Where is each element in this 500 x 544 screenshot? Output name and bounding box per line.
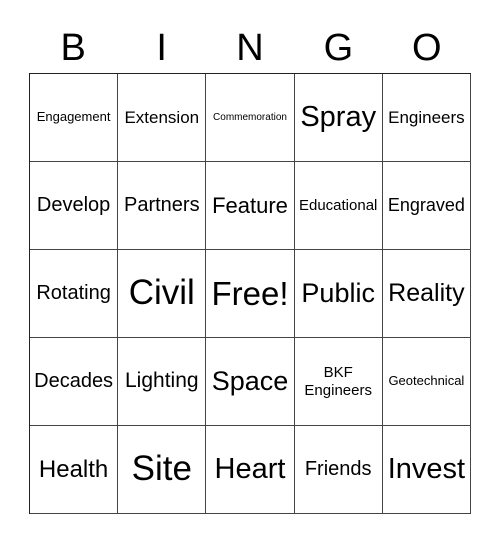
bingo-cell[interactable]: Engraved [382,162,471,250]
bingo-cell[interactable]: Geotechnical [382,338,471,426]
bingo-cell[interactable]: Lighting [118,338,207,426]
bingo-cell[interactable]: Engineers [382,74,471,162]
bingo-cell[interactable]: Heart [206,426,295,514]
bingo-cell[interactable]: BKF Engineers [294,338,383,426]
bingo-cell[interactable]: Extension [118,74,207,162]
bingo-header: B I N G O [29,24,471,72]
bingo-cell[interactable]: Civil [118,250,207,338]
bingo-cell[interactable]: Space [206,338,295,426]
bingo-cell[interactable]: Reality [382,250,471,338]
bingo-cell[interactable]: Partners [118,162,207,250]
bingo-cell[interactable]: Feature [206,162,295,250]
bingo-cell[interactable]: Friends [294,426,383,514]
bingo-cell[interactable]: Decades [30,338,119,426]
bingo-cell[interactable]: Public [294,250,383,338]
bingo-card-grid: Engagement Extension Commemoration Spray… [29,73,471,514]
bingo-cell[interactable]: Engagement [30,74,119,162]
bingo-cell[interactable]: Health [30,426,119,514]
header-letter-o: O [412,27,442,69]
header-letter-g: G [323,27,354,69]
bingo-cell[interactable]: Rotating [30,250,119,338]
bingo-cell[interactable]: Invest [382,426,471,514]
bingo-cell[interactable]: Educational [294,162,383,250]
bingo-cell[interactable]: Spray [294,74,383,162]
free-space-cell[interactable]: Free! [206,250,295,338]
header-letter-b: B [60,27,86,69]
header-letter-i: I [156,27,167,69]
bingo-cell[interactable]: Develop [30,162,119,250]
bingo-cell[interactable]: Commemoration [206,74,295,162]
bingo-cell[interactable]: Site [118,426,207,514]
header-letter-n: N [236,27,264,69]
